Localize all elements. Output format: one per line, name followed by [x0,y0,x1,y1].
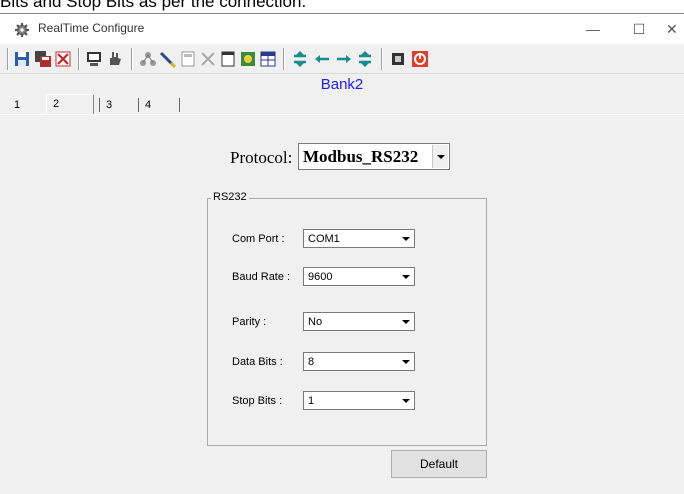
caption-strip: Bits and Stop Bits as per the connection… [0,0,684,14]
save-icon[interactable] [12,49,32,69]
baud-rate-label: Baud Rate : [232,271,291,283]
tools-icon[interactable] [198,49,218,69]
window-title: RealTime Configure [38,21,145,35]
close-button[interactable]: ✕ [662,14,684,44]
toolbar [0,44,684,74]
tab-2[interactable]: 2 [46,94,94,114]
com-port-value: COM1 [308,233,340,245]
save-all-icon[interactable] [33,49,53,69]
chevron-down-icon[interactable] [399,354,413,369]
table-icon[interactable] [258,49,278,69]
com-port-select[interactable]: COM1 [303,229,415,248]
tab-1[interactable]: 1 [8,96,48,114]
protocol-label: Protocol: [230,148,293,167]
chevron-down-icon[interactable] [399,393,413,408]
bank-title: Bank2 [320,76,364,93]
settings-icon[interactable] [238,49,258,69]
minimize-button[interactable]: — [570,14,616,44]
chevron-down-icon[interactable] [399,231,413,246]
chevron-down-icon[interactable] [432,145,448,168]
chevron-down-icon[interactable] [399,314,413,329]
toolbar-separator [283,48,285,70]
sort-icon[interactable] [290,49,310,69]
default-button[interactable]: Default [391,450,487,478]
protocol-select[interactable]: Modbus_RS232 [298,143,450,170]
toolbar-separator [131,48,133,70]
power-icon[interactable] [410,49,430,69]
data-bits-select[interactable]: 8 [303,352,415,371]
parity-select[interactable]: No [303,312,415,331]
chip-icon[interactable] [388,49,408,69]
delete-icon[interactable] [53,49,73,69]
tab-divider [179,98,180,112]
tab-3[interactable]: 3 [100,96,138,114]
calc-icon[interactable] [178,49,198,69]
parity-value: No [308,316,323,328]
sort-icon-2[interactable] [355,49,375,69]
pencil-icon[interactable] [158,49,178,69]
data-bits-label: Data Bits : [232,356,283,368]
arrow-right-icon[interactable] [334,49,354,69]
data-bits-value: 8 [308,356,315,368]
hand-icon[interactable] [105,49,125,69]
toolbar-separator [381,48,383,70]
caption-text: Bits and Stop Bits as per the connection… [0,0,307,11]
maximize-button[interactable]: ☐ [616,14,662,44]
stop-bits-select[interactable]: 1 [303,391,415,410]
baud-rate-select[interactable]: 9600 [303,267,415,286]
protocol-value: Modbus_RS232 [303,147,419,166]
arrow-left-icon[interactable] [312,49,332,69]
toolbar-separator [78,48,80,70]
app-gear-icon [15,23,29,37]
com-port-label: Com Port : [232,233,285,245]
monitor-icon[interactable] [84,49,104,69]
stop-bits-value: 1 [308,395,315,407]
chevron-down-icon[interactable] [399,269,413,284]
parity-label: Parity : [232,316,267,328]
rs232-group-title: RS232 [211,191,249,203]
stop-bits-label: Stop Bits : [232,395,283,407]
tab-4[interactable]: 4 [139,96,179,114]
document-icon[interactable] [218,49,238,69]
network-icon[interactable] [138,49,158,69]
title-bar: RealTime Configure — ☐ ✕ [0,14,684,44]
baud-rate-value: 9600 [308,271,333,283]
toolbar-separator [7,48,9,70]
tab-baseline [0,114,684,115]
